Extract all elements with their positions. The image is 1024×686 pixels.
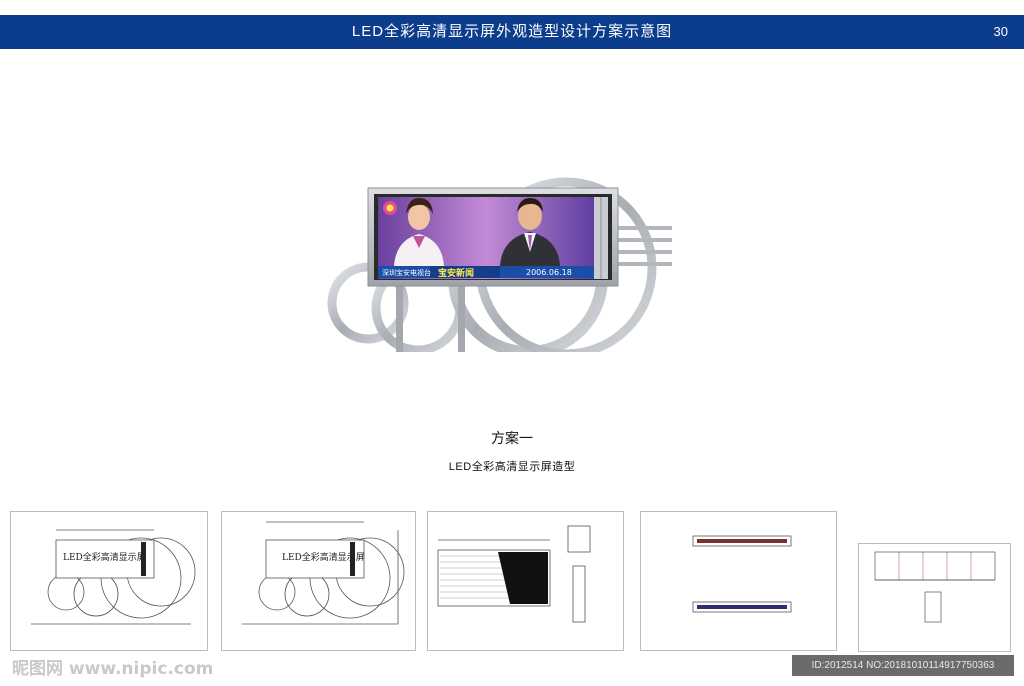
drawing-label-1: LED全彩高清显示屏 [63, 551, 146, 563]
elevation-drawing-2: LED全彩高清显示屏 [242, 521, 405, 625]
section-drawing [692, 535, 792, 613]
header-bar: LED全彩高清显示屏外观造型设计方案示意图 30 [0, 15, 1024, 49]
ticker-station: 深圳宝安电视台 [382, 268, 431, 277]
drawing-thumbnail-2[interactable]: LED全彩高清显示屏 [221, 511, 416, 651]
structure-drawing [437, 525, 591, 623]
station-logo [383, 201, 397, 215]
ticker-date: 2006.06.18 [526, 268, 572, 277]
site-watermark: 昵图网 www.nipic.com [12, 659, 214, 679]
led-display-illustration: 深圳宝安电视台 宝安新闻 2006.06.18 [327, 177, 672, 352]
drawing-label-2: LED全彩高清显示屏 [282, 551, 365, 563]
scheme-subtitle: LED全彩高清显示屏造型 [448, 461, 576, 473]
ticker-program: 宝安新闻 [438, 267, 474, 279]
image-id-text: ID:2012514 NO:20181010114917750363 [811, 660, 995, 671]
page-number: 30 [993, 24, 1008, 39]
drawing-thumbnail-4[interactable] [640, 511, 837, 651]
drawing-thumbnail-5[interactable] [858, 543, 1011, 652]
page-title: LED全彩高清显示屏外观造型设计方案示意图 [351, 23, 673, 40]
detail-drawing [874, 551, 996, 623]
image-id-bar: ID:2012514 NO:20181010114917750363 [792, 655, 1014, 676]
scheme-caption: 方案一 [491, 430, 533, 446]
drawing-thumbnail-1[interactable]: LED全彩高清显示屏 [10, 511, 208, 651]
drawing-thumbnail-3[interactable] [427, 511, 624, 651]
elevation-drawing-1: LED全彩高清显示屏 [31, 529, 196, 625]
